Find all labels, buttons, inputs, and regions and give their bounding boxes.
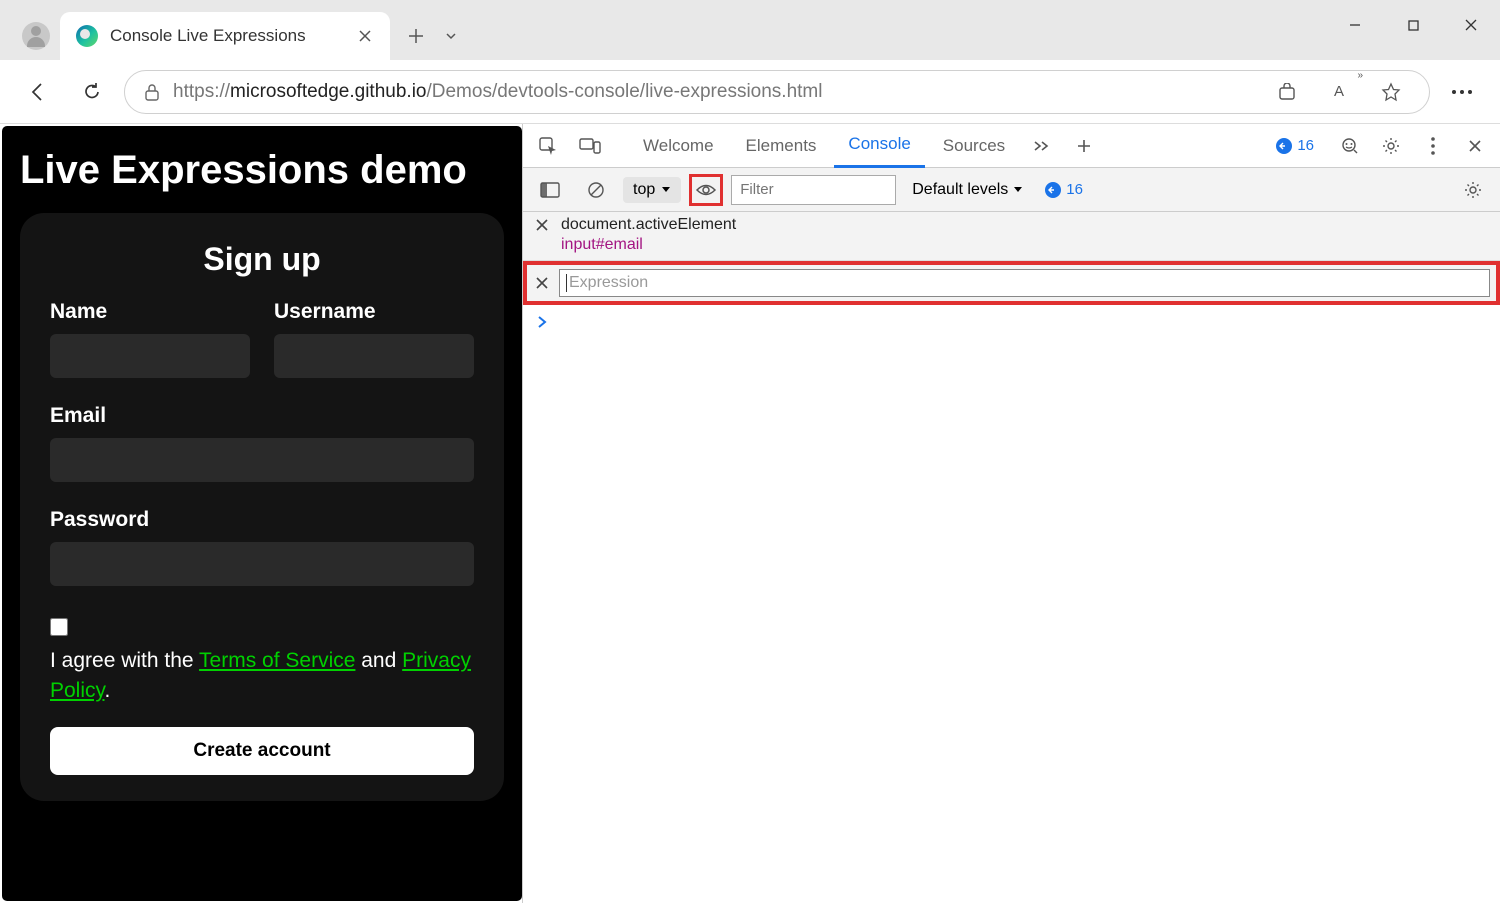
- create-live-expression-button[interactable]: [689, 174, 723, 206]
- issues-badge-icon: [1045, 182, 1061, 198]
- window-controls: [1326, 0, 1500, 50]
- password-label: Password: [50, 508, 474, 532]
- terms-of-service-link[interactable]: Terms of Service: [199, 649, 355, 672]
- terms-text-prefix: I agree with the: [50, 649, 199, 672]
- signup-form: Sign up Name Username Email: [20, 213, 504, 801]
- email-label: Email: [50, 404, 474, 428]
- device-toggle-icon[interactable]: [571, 127, 609, 165]
- devtools-tab-welcome[interactable]: Welcome: [629, 124, 728, 168]
- close-window-button[interactable]: [1442, 0, 1500, 50]
- console-sidebar-toggle[interactable]: [531, 171, 569, 209]
- edge-favicon: [76, 25, 98, 47]
- devtools-tab-sources[interactable]: Sources: [929, 124, 1019, 168]
- name-label: Name: [50, 300, 250, 324]
- address-bar[interactable]: https://microsoftedge.github.io/Demos/de…: [124, 70, 1430, 114]
- eye-icon: [695, 182, 717, 198]
- issues-count: 16: [1297, 137, 1314, 154]
- devtools-tab-elements[interactable]: Elements: [732, 124, 831, 168]
- issues-badge[interactable]: 16: [1276, 137, 1314, 154]
- console-prompt[interactable]: [523, 305, 1500, 339]
- browser-menu-button[interactable]: [1440, 70, 1484, 114]
- profile-avatar[interactable]: [22, 22, 50, 50]
- read-aloud-icon[interactable]: A»: [1319, 72, 1359, 112]
- lock-icon: [143, 82, 161, 102]
- minimize-button[interactable]: [1326, 0, 1384, 50]
- toolbar-issues-badge[interactable]: 16: [1045, 181, 1083, 198]
- live-expression-input[interactable]: Expression: [559, 269, 1490, 297]
- devtools-settings-icon[interactable]: [1372, 127, 1410, 165]
- page-heading: Live Expressions demo: [20, 148, 504, 193]
- tab-close-button[interactable]: [356, 27, 374, 45]
- shopping-icon[interactable]: [1267, 72, 1307, 112]
- new-tab-button[interactable]: [396, 16, 436, 56]
- console-body: document.activeElement input#email Expre…: [523, 212, 1500, 903]
- name-input[interactable]: [50, 334, 250, 378]
- issues-badge-icon: [1276, 138, 1292, 154]
- email-input[interactable]: [50, 438, 474, 482]
- url-text: https://microsoftedge.github.io/Demos/de…: [173, 81, 822, 103]
- favorite-icon[interactable]: [1371, 72, 1411, 112]
- live-expression-editor-row: Expression: [523, 261, 1500, 305]
- tab-title: Console Live Expressions: [110, 26, 344, 46]
- page-content: Live Expressions demo Sign up Name Usern…: [2, 126, 522, 901]
- username-label: Username: [274, 300, 474, 324]
- terms-text-mid: and: [355, 649, 402, 672]
- console-settings-icon[interactable]: [1454, 171, 1492, 209]
- feedback-icon[interactable]: [1330, 127, 1368, 165]
- password-input[interactable]: [50, 542, 474, 586]
- execution-context-value: top: [633, 181, 655, 199]
- live-expression-text[interactable]: document.activeElement: [561, 216, 736, 234]
- dropdown-icon: [1013, 186, 1023, 194]
- create-account-button[interactable]: Create account: [50, 727, 474, 775]
- log-levels-selector[interactable]: Default levels: [912, 181, 1023, 199]
- console-filter-input[interactable]: [731, 175, 896, 205]
- dropdown-icon: [661, 186, 671, 194]
- devtools-menu-icon[interactable]: [1414, 127, 1452, 165]
- browser-tab[interactable]: Console Live Expressions: [60, 12, 390, 60]
- refresh-button[interactable]: [70, 70, 114, 114]
- devtools-tab-console[interactable]: Console: [834, 124, 924, 168]
- devtools-tab-bar: Welcome Elements Console Sources 16: [523, 124, 1500, 168]
- tab-overflow-button[interactable]: [436, 16, 466, 56]
- remove-live-expression-button[interactable]: [533, 216, 551, 234]
- devtools-tabs-overflow[interactable]: [1023, 127, 1061, 165]
- live-expression-output: input#email: [561, 236, 1490, 254]
- devtools-new-tab[interactable]: [1065, 127, 1103, 165]
- back-button[interactable]: [16, 70, 60, 114]
- maximize-button[interactable]: [1384, 0, 1442, 50]
- remove-live-expression-button[interactable]: [533, 274, 551, 292]
- address-bar-row: https://microsoftedge.github.io/Demos/de…: [0, 60, 1500, 124]
- inspect-element-icon[interactable]: [529, 127, 567, 165]
- console-toolbar: top Default levels 16: [523, 168, 1500, 212]
- form-title: Sign up: [50, 241, 474, 278]
- username-input[interactable]: [274, 334, 474, 378]
- terms-row: I agree with the Terms of Service and Pr…: [50, 612, 474, 707]
- terms-text-suffix: .: [104, 679, 110, 702]
- content-area: Live Expressions demo Sign up Name Usern…: [0, 124, 1500, 903]
- browser-titlebar: Console Live Expressions: [0, 0, 1500, 60]
- live-expression-row: document.activeElement input#email: [523, 212, 1500, 261]
- devtools-panel: Welcome Elements Console Sources 16: [522, 124, 1500, 903]
- devtools-close-icon[interactable]: [1456, 127, 1494, 165]
- terms-checkbox[interactable]: [50, 618, 68, 636]
- prompt-chevron-icon: [537, 315, 549, 329]
- execution-context-selector[interactable]: top: [623, 177, 681, 203]
- clear-console-icon[interactable]: [577, 171, 615, 209]
